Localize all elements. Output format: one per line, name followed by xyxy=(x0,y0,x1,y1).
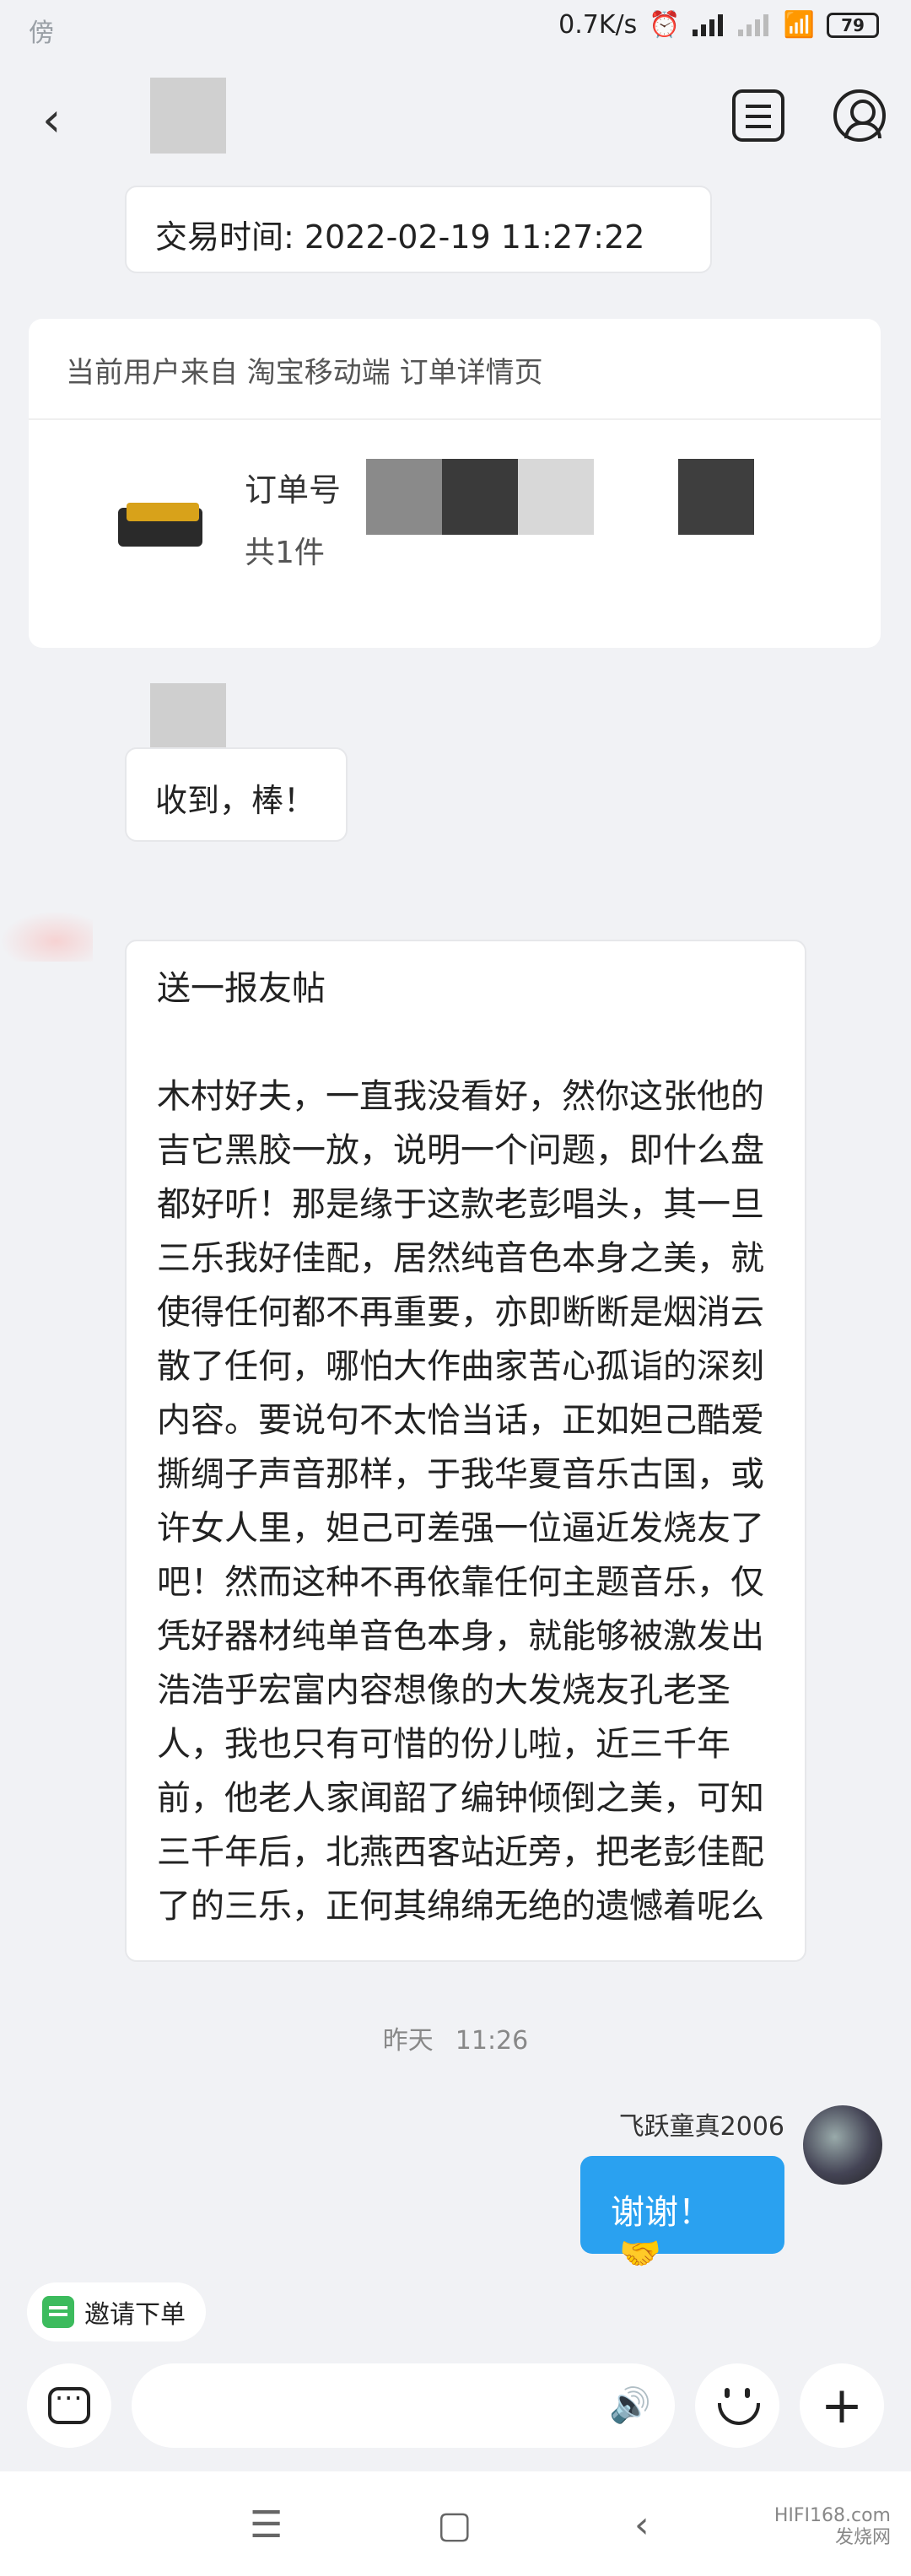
long-message: 送一报友帖 木村好夫，一直我没看好，然你这张他的吉它黑胶一放，说明一个问题，即什… xyxy=(125,940,806,1962)
chat-bubble-icon xyxy=(48,2382,90,2424)
status-bar: 傍 0.7K/s ⏰ 📶 79 xyxy=(0,0,911,59)
invite-order-button[interactable]: 邀请下单 xyxy=(27,2282,206,2342)
order-source-text: 当前用户来自 淘宝移动端 订单详情页 xyxy=(66,356,543,390)
redacted-block xyxy=(518,459,594,535)
my-avatar[interactable] xyxy=(803,2105,882,2185)
watermark: HIFI168.com 发烧网 xyxy=(774,2505,891,2549)
sender-avatar xyxy=(0,911,93,962)
order-item-count: 共1件 xyxy=(245,536,325,570)
handshake-icon: 🤝 xyxy=(619,2234,661,2273)
orders-list-icon[interactable] xyxy=(732,89,784,142)
order-card[interactable]: 当前用户来自 淘宝移动端 订单详情页 订单号 共1件 xyxy=(29,319,881,648)
redacted-block xyxy=(366,459,442,535)
emoji-button[interactable] xyxy=(695,2363,779,2448)
input-bar: 🔊 + xyxy=(0,2353,911,2463)
menu-icon[interactable]: ☰ xyxy=(250,2503,283,2546)
chevron-left-icon[interactable]: ‹ xyxy=(42,93,61,148)
invite-icon xyxy=(42,2296,74,2328)
long-message-title: 送一报友帖 xyxy=(157,969,326,1008)
received-message: 收到，棒！ xyxy=(125,747,348,842)
contact-name-redacted xyxy=(150,78,226,154)
network-speed: 0.7K/s xyxy=(558,10,638,40)
plus-icon: + xyxy=(820,2376,864,2435)
plus-button[interactable]: + xyxy=(800,2363,884,2448)
redacted-block xyxy=(678,459,754,535)
signal-icon-2 xyxy=(737,13,772,36)
status-left-text: 傍 xyxy=(29,19,54,48)
quick-reply-button[interactable] xyxy=(27,2363,111,2448)
watermark-text: 发烧网 xyxy=(834,2527,891,2548)
trade-time-message: 交易时间: 2022-02-19 11:27:22 xyxy=(125,186,712,273)
divider xyxy=(29,418,881,420)
timestamp: 昨天 11:26 xyxy=(382,2026,529,2056)
thanks-message: 谢谢！🤝 xyxy=(580,2156,784,2273)
profile-icon[interactable] xyxy=(833,89,886,142)
wifi-icon: 📶 xyxy=(783,10,815,40)
alarm-icon: ⏰ xyxy=(649,10,681,40)
home-icon[interactable]: ▢ xyxy=(437,2503,472,2546)
signal-icon xyxy=(692,13,726,36)
redacted-block xyxy=(442,459,518,535)
smile-icon xyxy=(713,2381,762,2430)
order-number-label: 订单号 xyxy=(245,472,342,509)
watermark-brand: HIFI168.com xyxy=(774,2505,891,2526)
my-name: 飞跃童真2006 xyxy=(618,2112,784,2142)
product-image xyxy=(106,491,216,563)
long-message-body: 木村好夫，一直我没看好，然你这张他的吉它黑胶一放，说明一个问题，即什么盘都好听！… xyxy=(157,1077,764,1926)
back-nav-icon[interactable]: ‹ xyxy=(634,2503,650,2546)
message-input[interactable]: 🔊 xyxy=(132,2363,675,2448)
invite-order-label: 邀请下单 xyxy=(84,2300,186,2330)
chat-header: ‹ xyxy=(0,67,911,169)
battery-icon: 79 xyxy=(827,12,879,38)
voice-icon[interactable]: 🔊 xyxy=(609,2385,651,2425)
